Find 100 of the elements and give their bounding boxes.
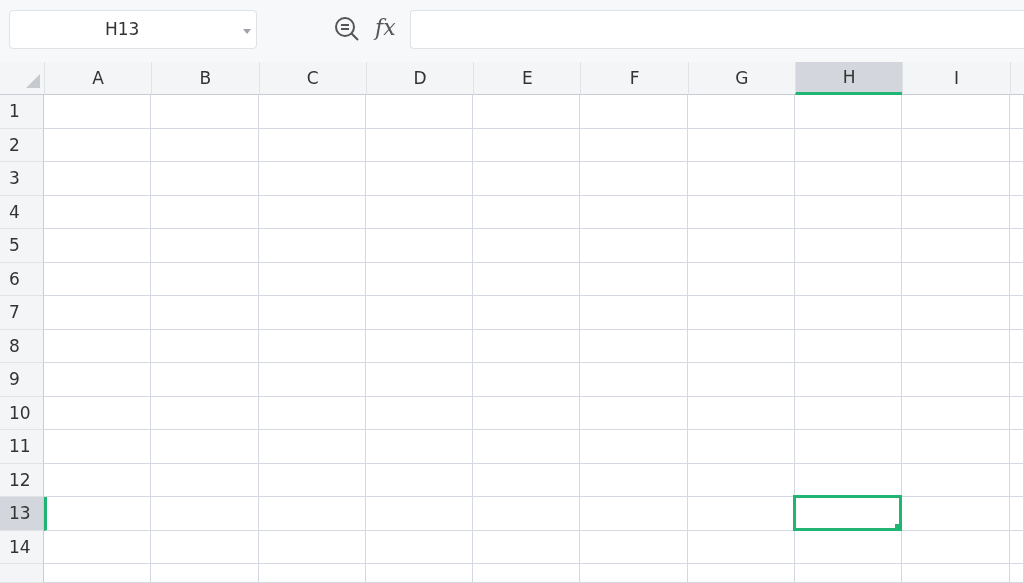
grid-cell[interactable] (580, 95, 688, 129)
grid-cell[interactable] (902, 463, 1010, 497)
grid-cell[interactable] (151, 530, 259, 564)
grid-cell[interactable] (365, 195, 474, 229)
grid-cell[interactable] (902, 363, 1010, 397)
grid-cell[interactable] (473, 530, 581, 564)
grid-cell[interactable] (473, 564, 581, 583)
grid-cell[interactable] (473, 363, 581, 397)
grid-cell[interactable] (902, 396, 1010, 430)
row-header[interactable]: 2 (0, 128, 44, 162)
grid-cell[interactable] (473, 497, 581, 531)
grid-cell[interactable] (902, 195, 1010, 229)
grid-cell[interactable] (151, 497, 259, 531)
grid-cell[interactable] (473, 128, 581, 162)
grid-cell[interactable] (687, 95, 796, 129)
grid-cell[interactable] (258, 363, 366, 397)
grid-cell[interactable] (258, 396, 366, 430)
grid-cell[interactable] (151, 396, 259, 430)
grid-cell[interactable] (151, 229, 259, 263)
grid-cell[interactable] (795, 363, 903, 397)
grid-cell[interactable] (258, 262, 366, 296)
column-header[interactable]: A (44, 62, 152, 95)
grid-cell[interactable] (1009, 564, 1024, 583)
column-header[interactable]: H (795, 62, 903, 95)
grid-cell[interactable] (580, 195, 688, 229)
grid-cell[interactable] (795, 296, 903, 330)
column-header[interactable]: B (151, 62, 259, 95)
row-header[interactable]: 14 (0, 530, 44, 564)
grid-cell[interactable] (1009, 95, 1024, 129)
grid-cell[interactable] (258, 329, 366, 363)
grid-cell[interactable] (902, 530, 1010, 564)
grid-cell[interactable] (1009, 329, 1024, 363)
grid-cell[interactable] (795, 229, 903, 263)
grid-cell[interactable] (795, 162, 903, 196)
grid-cell[interactable] (1009, 229, 1024, 263)
grid-cell[interactable] (1009, 396, 1024, 430)
select-all-icon[interactable] (26, 74, 40, 88)
grid-cell[interactable] (151, 430, 259, 464)
grid-cell[interactable] (902, 296, 1010, 330)
row-header[interactable]: 12 (0, 463, 44, 497)
grid-cell[interactable] (365, 162, 474, 196)
grid-cell[interactable] (580, 497, 688, 531)
grid-cell[interactable] (687, 229, 796, 263)
grid-cell[interactable] (580, 530, 688, 564)
grid-cell[interactable] (795, 262, 903, 296)
grid-cell[interactable] (1009, 363, 1024, 397)
active-cell[interactable] (793, 495, 903, 531)
grid-cell[interactable] (795, 530, 903, 564)
grid-cell[interactable] (473, 430, 581, 464)
grid-cell[interactable] (365, 296, 474, 330)
grid-cell[interactable] (365, 530, 474, 564)
column-header[interactable]: C (258, 62, 366, 95)
grid-cell[interactable] (151, 128, 259, 162)
grid-cell[interactable] (473, 262, 581, 296)
grid-cell[interactable] (902, 128, 1010, 162)
grid-cell[interactable] (795, 430, 903, 464)
grid-cell[interactable] (1009, 497, 1024, 531)
grid-cell[interactable] (1009, 530, 1024, 564)
grid-cell[interactable] (580, 128, 688, 162)
grid-cell[interactable] (365, 95, 474, 129)
grid-cell[interactable] (258, 530, 366, 564)
grid-cell[interactable] (687, 195, 796, 229)
row-header[interactable]: 11 (0, 430, 44, 464)
grid-cell[interactable] (365, 128, 474, 162)
grid-cell[interactable] (473, 229, 581, 263)
grid-cell[interactable] (687, 162, 796, 196)
grid-cell[interactable] (902, 564, 1010, 583)
grid-cell[interactable] (44, 296, 152, 330)
grid-cell[interactable] (795, 329, 903, 363)
grid-cell[interactable] (687, 262, 796, 296)
grid-cell[interactable] (44, 195, 152, 229)
grid-cell[interactable] (902, 329, 1010, 363)
grid-cell[interactable] (44, 329, 152, 363)
grid-cell[interactable] (687, 430, 796, 464)
grid-cell[interactable] (258, 195, 366, 229)
grid-cell[interactable] (580, 396, 688, 430)
row-header[interactable]: 13 (0, 497, 44, 531)
grid-cell[interactable] (580, 229, 688, 263)
grid-cell[interactable] (795, 564, 903, 583)
grid-cell[interactable] (687, 296, 796, 330)
row-header[interactable]: 6 (0, 262, 44, 296)
name-box[interactable]: H13 (9, 9, 257, 49)
grid-cell[interactable] (151, 296, 259, 330)
zoom-out-icon[interactable] (333, 15, 361, 43)
grid-cell[interactable] (473, 162, 581, 196)
grid-cell[interactable] (365, 463, 474, 497)
grid-cell[interactable] (580, 430, 688, 464)
grid-cell[interactable] (902, 162, 1010, 196)
grid-cell[interactable] (258, 564, 366, 583)
row-header[interactable]: 8 (0, 329, 44, 363)
column-header[interactable]: E (473, 62, 581, 95)
insert-function-button[interactable]: fx (375, 14, 396, 40)
grid-cell[interactable] (473, 296, 581, 330)
grid-cell[interactable] (258, 128, 366, 162)
grid-cell[interactable] (687, 530, 796, 564)
grid-cell[interactable] (365, 363, 474, 397)
grid-cell[interactable] (151, 195, 259, 229)
grid-cell[interactable] (1009, 463, 1024, 497)
grid-cell[interactable] (580, 363, 688, 397)
grid-cell[interactable] (44, 95, 152, 129)
